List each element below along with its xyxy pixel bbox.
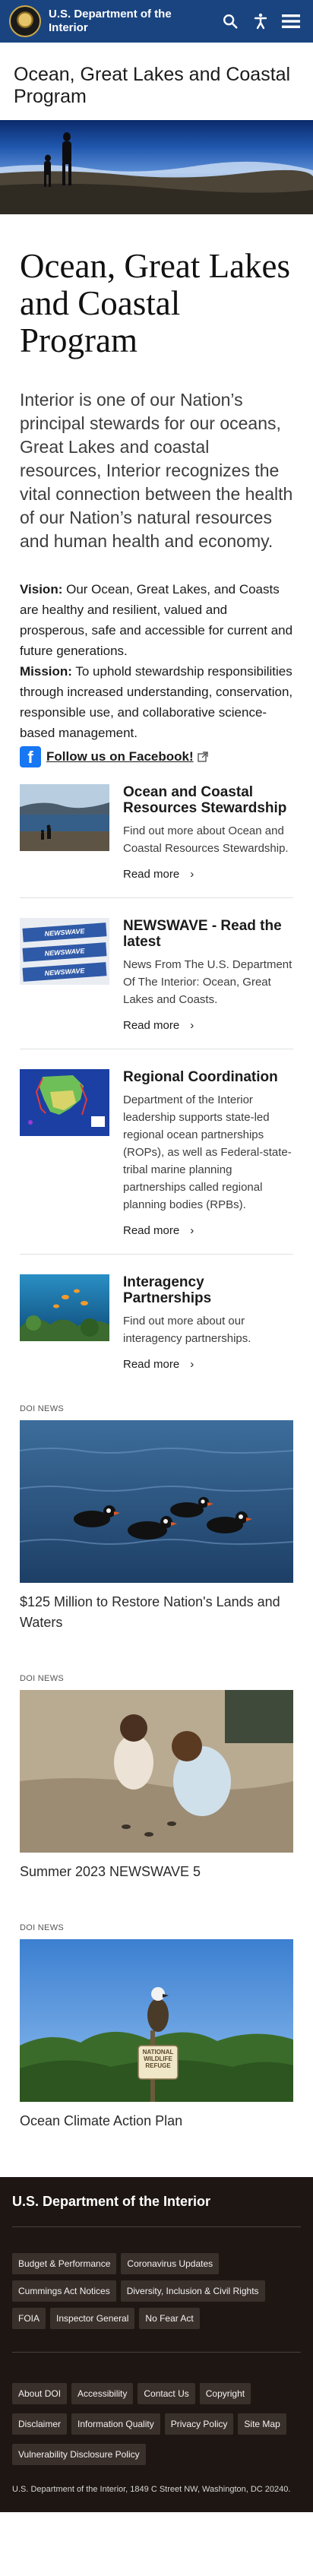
external-link-icon	[197, 752, 208, 762]
chevron-right-icon: ›	[190, 1358, 194, 1371]
news-item: DOI News NATIONAL WILDLIFE REFUGE Ocean …	[20, 1923, 293, 2131]
card-newswave: NEWSWAVE NEWSWAVE NEWSWAVE NEWSWAVE - Re…	[20, 915, 293, 1049]
footer-links-primary: Budget & Performance Coronavirus Updates…	[12, 2253, 301, 2329]
facebook-link[interactable]: Follow us on Facebook!	[46, 749, 194, 764]
chevron-right-icon: ›	[190, 1224, 194, 1237]
facebook-icon: f	[20, 746, 41, 767]
footer-link-copyright[interactable]: Copyright	[199, 2383, 251, 2404]
search-icon	[223, 14, 238, 29]
facebook-follow: f Follow us on Facebook!	[20, 746, 293, 767]
card-text: Find out more about our interagency part…	[123, 1315, 251, 1345]
footer-link-accessibility[interactable]: Accessibility	[71, 2383, 134, 2404]
news-tag: DOI News	[20, 1404, 65, 1413]
card-title[interactable]: Ocean and Coastal Resources Stewardship	[123, 784, 286, 816]
card-image-reef[interactable]	[20, 1274, 109, 1341]
read-more-link[interactable]: Read more ›	[123, 1358, 293, 1371]
site-footer: U.S. Department of the Interior Budget &…	[0, 2177, 313, 2512]
feature-cards: Ocean and Coastal Resources Stewardship …	[20, 781, 293, 1388]
mission-paragraph: Mission: To uphold stewardship responsib…	[20, 661, 293, 743]
chevron-right-icon: ›	[190, 868, 194, 881]
news-tag: DOI News	[20, 1674, 65, 1683]
read-more-link[interactable]: Read more ›	[123, 1224, 293, 1237]
footer-link-coronavirus[interactable]: Coronavirus Updates	[121, 2253, 220, 2274]
news-image-puffins[interactable]	[20, 1420, 293, 1583]
lead-paragraph: Interior is one of our Nation’s principa…	[20, 390, 293, 551]
news-item: DOI News Summer 2023 NEWSWAVE 5	[20, 1674, 293, 1882]
card-title[interactable]: Interagency Partnerships	[123, 1274, 211, 1306]
newswave-banner-1: NEWSWAVE	[22, 922, 107, 942]
vision-label: Vision:	[20, 582, 63, 597]
site-header: U.S. Department of the Interior	[0, 0, 313, 43]
footer-link-budget[interactable]: Budget & Performance	[12, 2253, 117, 2274]
footer-link-cummings-act[interactable]: Cummings Act Notices	[12, 2280, 116, 2302]
news-title-link[interactable]: Summer 2023 NEWSWAVE 5	[20, 1862, 293, 1882]
footer-link-privacy[interactable]: Privacy Policy	[164, 2413, 234, 2435]
footer-link-diversity[interactable]: Diversity, Inclusion & Civil Rights	[120, 2280, 265, 2302]
vision-paragraph: Vision: Our Ocean, Great Lakes, and Coas…	[20, 579, 293, 661]
card-regional-coordination: Regional Coordination Department of the …	[20, 1066, 293, 1255]
footer-link-inspector-general[interactable]: Inspector General	[50, 2308, 135, 2329]
accessibility-button[interactable]	[248, 8, 273, 34]
hero-beach-illustration	[0, 120, 313, 214]
chevron-right-icon: ›	[190, 1019, 194, 1032]
footer-link-disclaimer[interactable]: Disclaimer	[12, 2413, 68, 2435]
news-title-link[interactable]: $125 Million to Restore Nation's Lands a…	[20, 1592, 293, 1633]
menu-button[interactable]	[278, 8, 304, 34]
news-image-beach-volunteers[interactable]	[20, 1690, 293, 1853]
site-name-line2: Interior	[49, 21, 88, 34]
read-more-label: Read more	[123, 1224, 180, 1237]
card-title[interactable]: Regional Coordination	[123, 1069, 278, 1085]
news-image-osprey[interactable]: NATIONAL WILDLIFE REFUGE	[20, 1939, 293, 2102]
footer-links-secondary: About DOI Accessibility Contact Us Copyr…	[12, 2383, 301, 2465]
footer-link-about[interactable]: About DOI	[12, 2383, 68, 2404]
page-subtitle: Ocean, Great Lakes and Coastal Program	[14, 64, 291, 107]
card-text: Find out more about Ocean and Coastal Re…	[123, 824, 289, 855]
site-name-line1: U.S. Department of the	[49, 8, 172, 21]
read-more-label: Read more	[123, 1019, 180, 1032]
card-image-beach[interactable]	[20, 784, 109, 851]
read-more-label: Read more	[123, 868, 180, 881]
newswave-banner-3: NEWSWAVE	[22, 962, 107, 982]
read-more-link[interactable]: Read more ›	[123, 1019, 293, 1032]
footer-link-site-map[interactable]: Site Map	[238, 2413, 286, 2435]
news-tag: DOI News	[20, 1923, 65, 1932]
hero-image	[0, 120, 313, 214]
card-interagency: Interagency Partnerships Find out more a…	[20, 1271, 293, 1388]
footer-link-no-fear-act[interactable]: No Fear Act	[139, 2308, 200, 2329]
footer-divider	[12, 2352, 301, 2353]
read-more-link[interactable]: Read more ›	[123, 868, 293, 881]
card-image-map[interactable]	[20, 1069, 109, 1136]
card-image-newswave[interactable]: NEWSWAVE NEWSWAVE NEWSWAVE	[20, 918, 109, 985]
footer-link-vulnerability-disclosure[interactable]: Vulnerability Disclosure Policy	[12, 2444, 146, 2465]
card-ocean-stewardship: Ocean and Coastal Resources Stewardship …	[20, 781, 293, 898]
page-subtitle-bar: Ocean, Great Lakes and Coastal Program	[0, 43, 313, 120]
read-more-label: Read more	[123, 1358, 180, 1371]
footer-link-contact[interactable]: Contact Us	[138, 2383, 195, 2404]
refuge-sign-text: NATIONAL WILDLIFE REFUGE	[142, 2049, 174, 2069]
search-button[interactable]	[217, 8, 243, 34]
mission-label: Mission:	[20, 664, 72, 679]
news-item: DOI News $125 Million to Restore Nation'…	[20, 1404, 293, 1633]
main-content: Ocean, Great Lakes and Coastal Program I…	[0, 248, 313, 1388]
menu-icon	[282, 14, 300, 28]
news-section: DOI News $125 Million to Restore Nation'…	[0, 1404, 313, 2131]
footer-link-foia[interactable]: FOIA	[12, 2308, 46, 2329]
card-text: News From The U.S. Department Of The Int…	[123, 958, 292, 1006]
card-title[interactable]: NEWSWAVE - Read the latest	[123, 918, 282, 950]
news-title-link[interactable]: Ocean Climate Action Plan	[20, 2111, 293, 2131]
accessibility-icon	[254, 13, 267, 30]
newswave-banner-2: NEWSWAVE	[22, 942, 107, 962]
doi-seal-logo[interactable]	[9, 5, 41, 37]
footer-title: U.S. Department of the Interior	[12, 2194, 301, 2227]
site-name-link[interactable]: U.S. Department of the Interior	[49, 8, 213, 35]
footer-address: U.S. Department of the Interior, 1849 C …	[12, 2485, 291, 2494]
card-text: Department of the Interior leadership su…	[123, 1093, 292, 1211]
footer-link-information-quality[interactable]: Information Quality	[71, 2413, 160, 2435]
page-title: Ocean, Great Lakes and Coastal Program	[20, 247, 291, 359]
